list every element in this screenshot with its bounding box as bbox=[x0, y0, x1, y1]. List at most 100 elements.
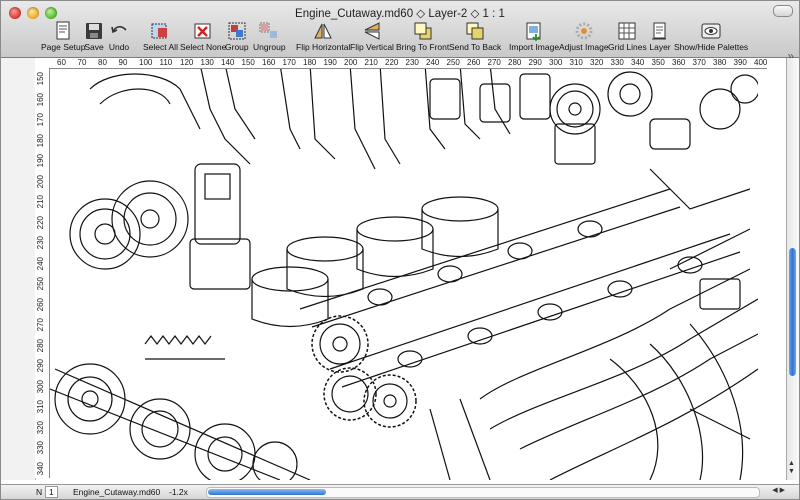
layer-button[interactable]: Layer bbox=[649, 21, 671, 52]
vertical-scrollbar[interactable]: ▲ ▼ bbox=[786, 58, 799, 480]
top-ruler-tick: 320 bbox=[590, 58, 604, 67]
top-ruler-tick: 200 bbox=[344, 58, 358, 67]
layer-label: Layer bbox=[649, 42, 671, 52]
top-ruler-tick: 150 bbox=[241, 58, 255, 67]
left-ruler-tick: 260 bbox=[36, 297, 45, 311]
left-ruler: 150 160 170 180 190 200 210 220 230 240 250 260 270 2… bbox=[35, 68, 50, 478]
bring-to-front-icon bbox=[412, 21, 434, 41]
left-ruler-tick: 210 bbox=[36, 195, 45, 209]
bring-to-front-label: Bring To Front bbox=[396, 42, 450, 52]
top-ruler-tick: 360 bbox=[672, 58, 686, 67]
horizontal-scrollbar[interactable] bbox=[206, 487, 760, 498]
page-setup-label: Page Setup bbox=[41, 42, 86, 52]
flip-vertical-icon bbox=[361, 21, 383, 41]
left-ruler-tick: 180 bbox=[36, 133, 45, 147]
top-ruler-tick: 80 bbox=[98, 58, 107, 67]
left-ruler-tick: 330 bbox=[36, 441, 45, 455]
left-gutter bbox=[1, 58, 36, 480]
left-ruler-tick: 240 bbox=[36, 256, 45, 270]
drawing-canvas[interactable] bbox=[50, 69, 758, 480]
left-ruler-tick: 200 bbox=[36, 174, 45, 188]
horizontal-scroll-arrows[interactable]: ◀ ▶ bbox=[772, 486, 785, 494]
left-ruler-tick: 170 bbox=[36, 113, 45, 127]
top-ruler-tick: 290 bbox=[528, 58, 542, 67]
undo-button[interactable]: Undo bbox=[108, 21, 130, 52]
left-ruler-tick: 160 bbox=[36, 92, 45, 106]
top-ruler-tick: 180 bbox=[303, 58, 317, 67]
horizontal-scroll-thumb[interactable] bbox=[208, 489, 326, 495]
save-button[interactable]: Save bbox=[83, 21, 105, 52]
save-icon bbox=[83, 21, 105, 41]
top-ruler-tick: 270 bbox=[487, 58, 501, 67]
top-ruler-tick: 330 bbox=[610, 58, 624, 67]
select-all-label: Select All bbox=[143, 42, 178, 52]
zoom-level[interactable]: -1.2x bbox=[169, 486, 188, 498]
vertical-scroll-arrows[interactable]: ▲ ▼ bbox=[788, 460, 795, 476]
top-ruler-tick: 90 bbox=[118, 58, 128, 67]
adjust-image-icon bbox=[573, 21, 595, 41]
top-ruler-tick: 380 bbox=[713, 58, 727, 67]
flip-horizontal-icon bbox=[312, 21, 334, 41]
select-all-icon bbox=[149, 21, 171, 41]
top-ruler: 60 70 80 90 100 110 120 130 140 150 160 170 180 190 20… bbox=[35, 58, 767, 69]
top-ruler-tick: 160 bbox=[262, 58, 276, 67]
top-ruler-tick: 370 bbox=[692, 58, 706, 67]
top-ruler-tick: 120 bbox=[180, 58, 194, 67]
left-ruler-tick: 320 bbox=[36, 420, 45, 434]
flip-horizontal-button[interactable]: Flip Horizontal bbox=[296, 21, 350, 52]
status-bar: N 1 Engine_Cutaway.md60 -1.2x ◀ ▶ bbox=[1, 484, 799, 499]
group-icon bbox=[226, 21, 248, 41]
left-ruler-tick: 300 bbox=[36, 379, 45, 393]
undo-icon bbox=[108, 21, 130, 41]
show-hide-palettes-label: Show/Hide Palettes bbox=[674, 42, 749, 52]
select-none-button[interactable]: Select None bbox=[180, 21, 226, 52]
top-ruler-tick: 390 bbox=[733, 58, 747, 67]
adjust-image-button[interactable]: Adjust Image bbox=[559, 21, 609, 52]
left-ruler-tick: 340 bbox=[36, 461, 45, 475]
top-ruler-tick: 190 bbox=[323, 58, 337, 67]
layer-icon bbox=[649, 21, 671, 41]
left-ruler-tick: 230 bbox=[36, 236, 45, 250]
import-image-icon bbox=[523, 21, 545, 41]
left-ruler-tick: 250 bbox=[36, 277, 45, 291]
select-all-button[interactable]: Select All bbox=[143, 21, 178, 52]
top-ruler-tick: 280 bbox=[508, 58, 522, 67]
engine-cutaway-drawing bbox=[50, 69, 758, 480]
grid-lines-button[interactable]: Grid Lines bbox=[608, 21, 647, 52]
top-ruler-tick: 140 bbox=[221, 58, 235, 67]
group-label: Group bbox=[225, 42, 249, 52]
page-setup-icon bbox=[52, 21, 74, 41]
send-to-back-label: Send To Back bbox=[449, 42, 502, 52]
adjust-image-label: Adjust Image bbox=[559, 42, 609, 52]
vertical-scroll-thumb[interactable] bbox=[789, 248, 796, 376]
page-setup-button[interactable]: Page Setup bbox=[41, 21, 85, 52]
left-ruler-tick: 190 bbox=[36, 154, 45, 168]
ungroup-icon bbox=[258, 21, 280, 41]
flip-vertical-button[interactable]: Flip Vertical bbox=[350, 21, 394, 52]
show-hide-palettes-button[interactable]: Show/Hide Palettes bbox=[674, 21, 748, 52]
group-button[interactable]: Group bbox=[225, 21, 249, 52]
status-arrow-button[interactable]: N bbox=[36, 486, 42, 498]
import-image-label: Import Image bbox=[509, 42, 560, 52]
toolbar-toggle-button[interactable] bbox=[773, 5, 793, 17]
left-ruler-tick: 270 bbox=[36, 318, 45, 332]
top-ruler-tick: 240 bbox=[426, 58, 440, 67]
app-window: Engine_Cutaway.md60 ◇ Layer-2 ◇ 1 : 1 Pa… bbox=[0, 0, 800, 500]
import-image-button[interactable]: Import Image bbox=[509, 21, 559, 52]
ungroup-label: Ungroup bbox=[253, 42, 286, 52]
top-ruler-tick: 220 bbox=[385, 58, 399, 67]
top-ruler-tick: 230 bbox=[405, 58, 419, 67]
top-ruler-tick: 130 bbox=[200, 58, 214, 67]
grid-lines-label: Grid Lines bbox=[608, 42, 647, 52]
save-label: Save bbox=[84, 42, 104, 52]
send-to-back-button[interactable]: Send To Back bbox=[449, 21, 501, 52]
top-ruler-tick: 210 bbox=[364, 58, 378, 67]
top-ruler-tick: 260 bbox=[467, 58, 481, 67]
top-ruler-tick: 340 bbox=[631, 58, 645, 67]
palettes-icon bbox=[700, 21, 722, 41]
select-none-label: Select None bbox=[180, 42, 227, 52]
top-ruler-tick: 60 bbox=[57, 58, 66, 67]
bring-to-front-button[interactable]: Bring To Front bbox=[396, 21, 449, 52]
ungroup-button[interactable]: Ungroup bbox=[253, 21, 286, 52]
page-number-field[interactable]: 1 bbox=[45, 486, 58, 498]
